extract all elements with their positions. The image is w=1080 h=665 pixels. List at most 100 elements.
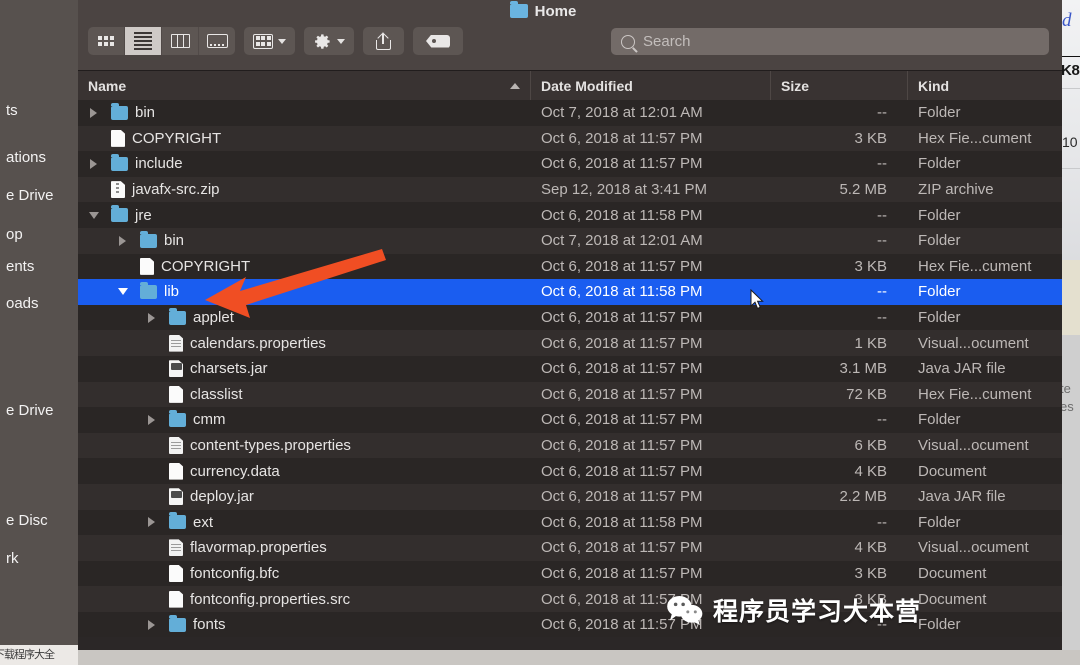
file-date-cell: Oct 6, 2018 at 11:58 PM (541, 283, 703, 301)
table-row[interactable]: include Oct 6, 2018 at 11:57 PM -- Folder (78, 151, 1062, 177)
file-kind-cell: Folder (918, 513, 961, 531)
sidebar-overlay: ts ations e Drive op ents oads e Drive e Disc rk… (0, 0, 78, 665)
file-kind-cell: Visual...ocument (918, 539, 1029, 557)
file-size-cell: 72 KB (846, 385, 887, 403)
table-row[interactable]: deploy.jar Oct 6, 2018 at 11:57 PM 2.2 MB J… (78, 483, 1062, 510)
sidebar-item[interactable]: e Drive (0, 400, 78, 422)
file-name-cell: javafx-src.zip (78, 181, 531, 199)
file-kind-cell: Hex Fie...cument (918, 385, 1032, 403)
file-kind-cell: Folder (918, 206, 961, 224)
sidebar-item-label: e Drive (6, 187, 54, 204)
background-doc-text: K85 (1061, 62, 1080, 79)
table-row[interactable]: calendars.properties Oct 6, 2018 at 11:57… (78, 330, 1062, 356)
disclosure-triangle-open-icon[interactable] (86, 208, 101, 222)
gallery-view-button[interactable] (199, 27, 235, 55)
background-doc-rule-3 (1060, 168, 1080, 169)
column-view-button[interactable] (162, 27, 199, 55)
sidebar-item[interactable]: e Drive (0, 185, 78, 207)
watermark: 程序员学习大本营 (666, 592, 921, 628)
file-size-cell: 3 KB (854, 257, 887, 275)
file-size-cell: 6 KB (854, 437, 887, 455)
file-name-label: ext (193, 513, 214, 531)
action-button[interactable] (304, 27, 354, 55)
column-header-date[interactable]: Date Modified (531, 71, 771, 101)
file-name-cell: classlist (78, 385, 531, 403)
horizontal-scrollbar[interactable] (78, 650, 1080, 665)
coverflow-icon (206, 34, 228, 48)
disclosure-triangle-closed-icon[interactable] (144, 618, 159, 632)
background-doc-mark: d (1062, 10, 1072, 31)
column-header-name[interactable]: Name (78, 71, 531, 101)
file-kind-cell: Hex Fie...cument (918, 257, 1032, 275)
file-kind-cell: Folder (918, 616, 961, 634)
window-title-label: Home (534, 2, 577, 20)
file-list[interactable]: bin Oct 7, 2018 at 12:01 AM -- Folder COPYRI… (78, 100, 1062, 665)
file-name-cell: jre (78, 205, 531, 224)
file-name-label: COPYRIGHT (132, 129, 222, 147)
table-row[interactable]: classlist Oct 6, 2018 at 11:57 PM 72 KB Hex… (78, 381, 1062, 408)
column-header-size[interactable]: Size (771, 71, 908, 101)
file-name-label: fonts (193, 616, 226, 634)
sidebar-item[interactable]: ents (0, 256, 78, 278)
file-name-label: fontconfig.properties.src (190, 590, 351, 608)
column-headers: Name Date Modified Size Kind (78, 70, 1062, 102)
folder-icon (111, 102, 128, 120)
file-kind-cell: ZIP archive (918, 181, 994, 199)
disclosure-triangle-closed-icon[interactable] (144, 413, 159, 427)
toolbar: Home Search (78, 0, 1062, 70)
disclosure-triangle-closed-icon[interactable] (144, 515, 159, 529)
file-size-cell: -- (877, 513, 887, 531)
search-field[interactable]: Search (611, 28, 1049, 55)
sidebar-item[interactable]: rk (0, 548, 78, 570)
disclosure-triangle-closed-icon[interactable] (86, 157, 101, 171)
icon-view-button[interactable] (88, 27, 125, 55)
finder-window: Home Search Name Date Modified Size Kind… (0, 0, 1062, 665)
view-mode-segmented-control[interactable] (88, 27, 235, 55)
table-row[interactable]: content-types.properties Oct 6, 2018 at 1… (78, 432, 1062, 459)
table-row[interactable]: flavormap.properties Oct 6, 2018 at 11:57… (78, 535, 1062, 561)
tag-button[interactable] (413, 27, 463, 55)
file-size-cell: -- (877, 232, 887, 250)
table-row[interactable]: jre Oct 6, 2018 at 11:58 PM -- Folder (78, 202, 1062, 228)
table-row[interactable]: COPYRIGHT Oct 6, 2018 at 11:57 PM 3 KB Hex … (78, 125, 1062, 152)
table-row[interactable]: javafx-src.zip Sep 12, 2018 at 3:41 PM 5.2… (78, 176, 1062, 203)
disclosure-triangle-closed-icon[interactable] (86, 106, 101, 120)
table-row[interactable]: fontconfig.bfc Oct 6, 2018 at 11:57 PM 3 K… (78, 560, 1062, 587)
sidebar-item[interactable]: ations (0, 147, 78, 169)
file-name-label: include (135, 155, 183, 173)
file-kind-cell: Visual...ocument (918, 334, 1029, 352)
file-name-cell: fontconfig.bfc (78, 564, 531, 582)
table-row[interactable]: charsets.jar Oct 6, 2018 at 11:57 PM 3.1 M… (78, 355, 1062, 382)
folder-icon (169, 614, 186, 632)
disclosure-triangle-open-icon[interactable] (115, 285, 130, 299)
arrange-icon (253, 33, 273, 49)
share-button[interactable] (363, 27, 404, 55)
table-row[interactable]: cmm Oct 6, 2018 at 11:57 PM -- Folder (78, 407, 1062, 433)
gear-icon (315, 33, 330, 49)
background-doc-text-2: 10 (1062, 134, 1078, 150)
list-view-button[interactable] (125, 27, 162, 55)
table-row[interactable]: bin Oct 7, 2018 at 12:01 AM -- Folder (78, 100, 1062, 126)
file-size-cell: -- (877, 283, 887, 301)
document-icon (169, 590, 183, 608)
disclosure-triangle-closed-icon[interactable] (115, 234, 130, 248)
table-row[interactable]: ext Oct 6, 2018 at 11:58 PM -- Folder (78, 509, 1062, 536)
file-name-label: charsets.jar (190, 360, 268, 378)
sidebar-item[interactable]: oads (0, 293, 78, 315)
file-kind-cell: Java JAR file (918, 360, 1006, 378)
sidebar-item[interactable]: op (0, 224, 78, 246)
column-header-kind[interactable]: Kind (908, 71, 1061, 101)
table-row[interactable]: currency.data Oct 6, 2018 at 11:57 PM 4 KB… (78, 458, 1062, 484)
file-kind-cell: Document (918, 462, 987, 480)
file-date-cell: Oct 7, 2018 at 12:01 AM (541, 104, 703, 122)
file-name-cell: calendars.properties (78, 334, 531, 352)
arrange-button[interactable] (244, 27, 295, 55)
sidebar-item[interactable]: ts (0, 100, 78, 122)
sidebar-item[interactable]: e Disc (0, 510, 78, 532)
file-size-cell: 3 KB (854, 129, 887, 147)
